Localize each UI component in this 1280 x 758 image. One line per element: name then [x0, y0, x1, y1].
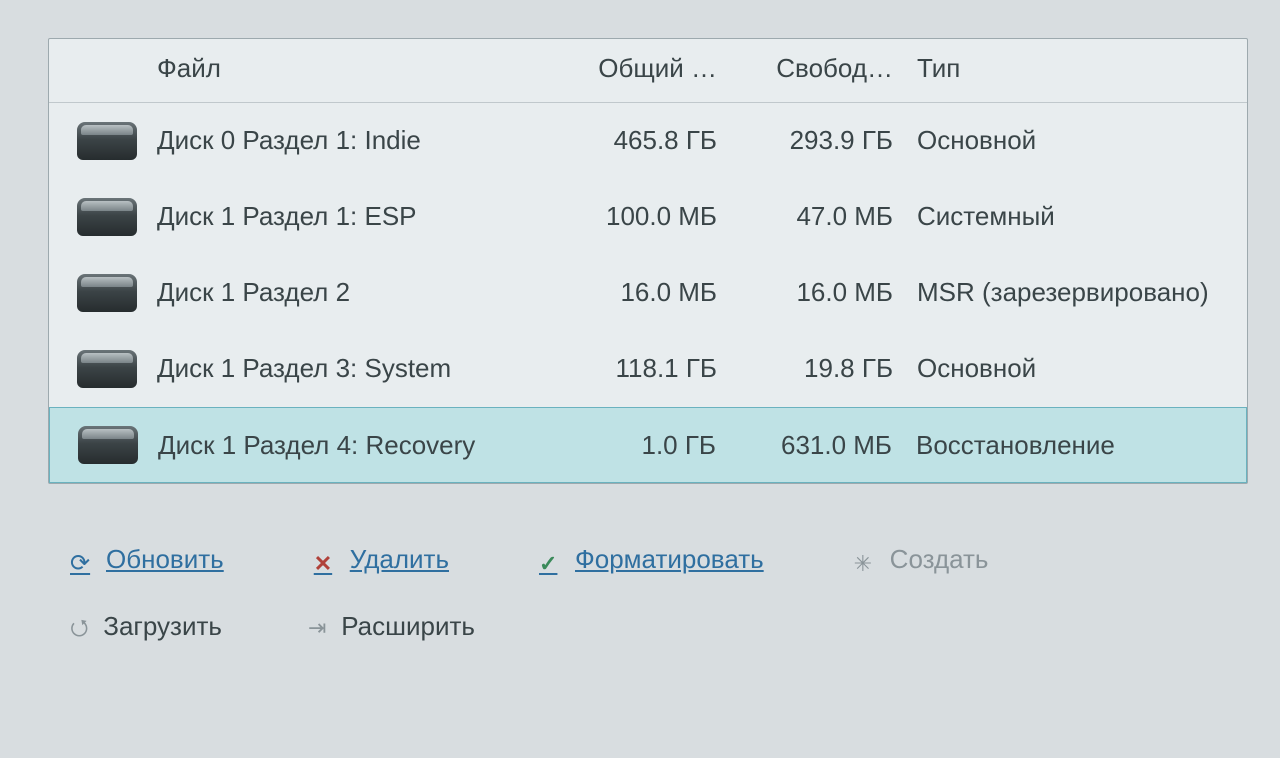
partition-type: Восстановление — [916, 430, 1246, 461]
delete-button[interactable]: Удалить — [314, 544, 449, 575]
partition-total: 118.1 ГБ — [577, 353, 747, 384]
partition-type: Системный — [917, 201, 1247, 232]
partition-free: 19.8 ГБ — [747, 353, 917, 384]
refresh-icon — [70, 547, 96, 573]
header-total[interactable]: Общий … — [577, 53, 747, 84]
partition-row[interactable]: Диск 1 Раздел 1: ESP100.0 МБ47.0 МБСисте… — [49, 179, 1247, 255]
partition-type: Основной — [917, 353, 1247, 384]
extend-icon — [308, 611, 334, 637]
load-icon — [70, 611, 96, 637]
header-free[interactable]: Свобод… — [747, 53, 917, 84]
partition-free: 631.0 МБ — [746, 430, 916, 461]
delete-icon — [314, 547, 340, 573]
new-button: Создать — [854, 544, 989, 575]
partition-name: Диск 1 Раздел 1: ESP — [157, 201, 577, 232]
format-icon — [539, 547, 565, 573]
disk-icon — [77, 198, 137, 236]
load-button[interactable]: Загрузить — [70, 611, 222, 642]
extend-button: Расширить — [308, 611, 475, 642]
refresh-button[interactable]: Обновить — [70, 544, 224, 575]
partition-free: 293.9 ГБ — [747, 125, 917, 156]
toolbar-row-2: Загрузить Расширить — [70, 611, 1280, 642]
partition-total: 16.0 МБ — [577, 277, 747, 308]
partition-row[interactable]: Диск 1 Раздел 3: System118.1 ГБ19.8 ГБОс… — [49, 331, 1247, 407]
header-type[interactable]: Тип — [917, 53, 1247, 84]
partition-name: Диск 1 Раздел 3: System — [157, 353, 577, 384]
partition-name: Диск 0 Раздел 1: Indie — [157, 125, 577, 156]
disk-icon — [77, 350, 137, 388]
partition-name: Диск 1 Раздел 4: Recovery — [158, 430, 576, 461]
refresh-label: Обновить — [106, 544, 224, 575]
column-headers: Файл Общий … Свобод… Тип — [49, 39, 1247, 103]
header-name[interactable]: Файл — [157, 53, 577, 84]
partition-free: 16.0 МБ — [747, 277, 917, 308]
format-button[interactable]: Форматировать — [539, 544, 764, 575]
partition-list-panel: Файл Общий … Свобод… Тип Диск 0 Раздел 1… — [48, 38, 1248, 484]
partition-row[interactable]: Диск 1 Раздел 4: Recovery1.0 ГБ631.0 МБВ… — [49, 407, 1247, 483]
partition-row[interactable]: Диск 1 Раздел 216.0 МБ16.0 МБMSR (зарезе… — [49, 255, 1247, 331]
disk-icon — [77, 122, 137, 160]
load-label: Загрузить — [103, 611, 222, 641]
partition-type: MSR (зарезервировано) — [917, 277, 1247, 308]
partition-free: 47.0 МБ — [747, 201, 917, 232]
partition-total: 1.0 ГБ — [576, 430, 746, 461]
partition-type: Основной — [917, 125, 1247, 156]
partition-name: Диск 1 Раздел 2 — [157, 277, 577, 308]
disk-icon — [77, 274, 137, 312]
partition-row[interactable]: Диск 0 Раздел 1: Indie465.8 ГБ293.9 ГБОс… — [49, 103, 1247, 179]
partition-total: 465.8 ГБ — [577, 125, 747, 156]
partition-total: 100.0 МБ — [577, 201, 747, 232]
new-label: Создать — [890, 544, 989, 575]
delete-label: Удалить — [350, 544, 449, 575]
new-icon — [854, 547, 880, 573]
toolbar-row-1: Обновить Удалить Форматировать Создать — [70, 544, 1280, 575]
disk-icon — [78, 426, 138, 464]
format-label: Форматировать — [575, 544, 764, 575]
extend-label: Расширить — [341, 611, 475, 641]
